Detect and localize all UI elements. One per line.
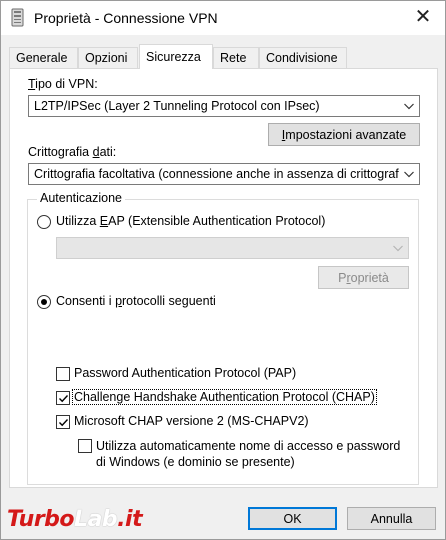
chevron-down-icon bbox=[403, 100, 415, 112]
tab-opzioni[interactable]: Opzioni bbox=[78, 47, 138, 68]
close-icon[interactable]: ✕ bbox=[411, 5, 435, 29]
security-tab-panel: Tipo di VPN: L2TP/IPSec (Layer 2 Tunneli… bbox=[9, 68, 438, 488]
properties-dialog: Proprietà - Connessione VPN ✕ Generale O… bbox=[0, 0, 446, 540]
auto-logon-checkbox-label[interactable]: Utilizza automaticamente nome di accesso… bbox=[96, 438, 400, 470]
tab-label: Condivisione bbox=[266, 51, 338, 65]
chap-checkbox-label[interactable]: Challenge Handshake Authentication Proto… bbox=[72, 389, 377, 405]
encryption-select[interactable]: Crittografia facoltativa (connessione an… bbox=[28, 163, 420, 185]
encryption-label: Crittografia dati: bbox=[28, 145, 117, 159]
eap-properties-button[interactable]: Proprietà bbox=[318, 266, 409, 289]
tab-label: Generale bbox=[16, 51, 68, 65]
ok-button[interactable]: OK bbox=[248, 507, 337, 530]
auto-logon-line-2: di Windows (e dominio se presente) bbox=[96, 455, 295, 469]
title-bar: Proprietà - Connessione VPN ✕ bbox=[1, 1, 445, 35]
checkmark-icon bbox=[59, 395, 69, 403]
turbolab-watermark: TurboLab.it bbox=[7, 507, 143, 532]
auto-logon-line-1: Utilizza automaticamente nome di accesso… bbox=[96, 439, 401, 453]
authentication-group-title: Autenticazione bbox=[37, 191, 126, 205]
allowed-protocols-radio-label[interactable]: Consenti i protocolli seguenti bbox=[56, 294, 216, 308]
radio-selected-dot bbox=[41, 299, 47, 305]
tab-label: Rete bbox=[220, 51, 247, 65]
vpn-type-select[interactable]: L2TP/IPSec (Layer 2 Tunneling Protocol c… bbox=[28, 95, 420, 117]
auto-logon-checkbox[interactable] bbox=[78, 439, 92, 453]
cancel-button[interactable]: Annulla bbox=[347, 507, 436, 530]
advanced-settings-button[interactable]: Impostazioni avanzate bbox=[268, 123, 420, 146]
checkmark-icon bbox=[59, 419, 69, 427]
chevron-down-icon bbox=[392, 242, 404, 254]
tab-generale[interactable]: Generale bbox=[9, 47, 78, 68]
mschapv2-checkbox[interactable] bbox=[56, 415, 70, 429]
eap-method-select[interactable] bbox=[56, 237, 409, 259]
eap-radio-label[interactable]: Utilizza EAP (Extensible Authentication … bbox=[56, 214, 325, 228]
vpn-type-value: L2TP/IPSec (Layer 2 Tunneling Protocol c… bbox=[34, 99, 320, 113]
tab-rete[interactable]: Rete bbox=[213, 47, 259, 68]
mschapv2-checkbox-label[interactable]: Microsoft CHAP versione 2 (MS-CHAPV2) bbox=[74, 414, 309, 428]
tab-label: Sicurezza bbox=[146, 50, 201, 64]
encryption-value: Crittografia facoltativa (connessione an… bbox=[34, 167, 399, 181]
allowed-protocols-radio[interactable] bbox=[37, 295, 51, 309]
network-connection-icon bbox=[10, 8, 26, 28]
tab-condivisione[interactable]: Condivisione bbox=[259, 47, 347, 68]
tab-sicurezza[interactable]: Sicurezza bbox=[139, 44, 213, 69]
tab-label: Opzioni bbox=[85, 51, 128, 65]
pap-checkbox-label[interactable]: Password Authentication Protocol (PAP) bbox=[74, 366, 296, 380]
pap-checkbox[interactable] bbox=[56, 367, 70, 381]
chap-checkbox[interactable] bbox=[56, 391, 70, 405]
eap-radio[interactable] bbox=[37, 215, 51, 229]
authentication-group: Autenticazione Utilizza EAP (Extensible … bbox=[27, 191, 419, 485]
chevron-down-icon bbox=[403, 168, 415, 180]
window-title: Proprietà - Connessione VPN bbox=[34, 10, 218, 26]
vpn-type-label: Tipo di VPN: bbox=[28, 77, 98, 91]
